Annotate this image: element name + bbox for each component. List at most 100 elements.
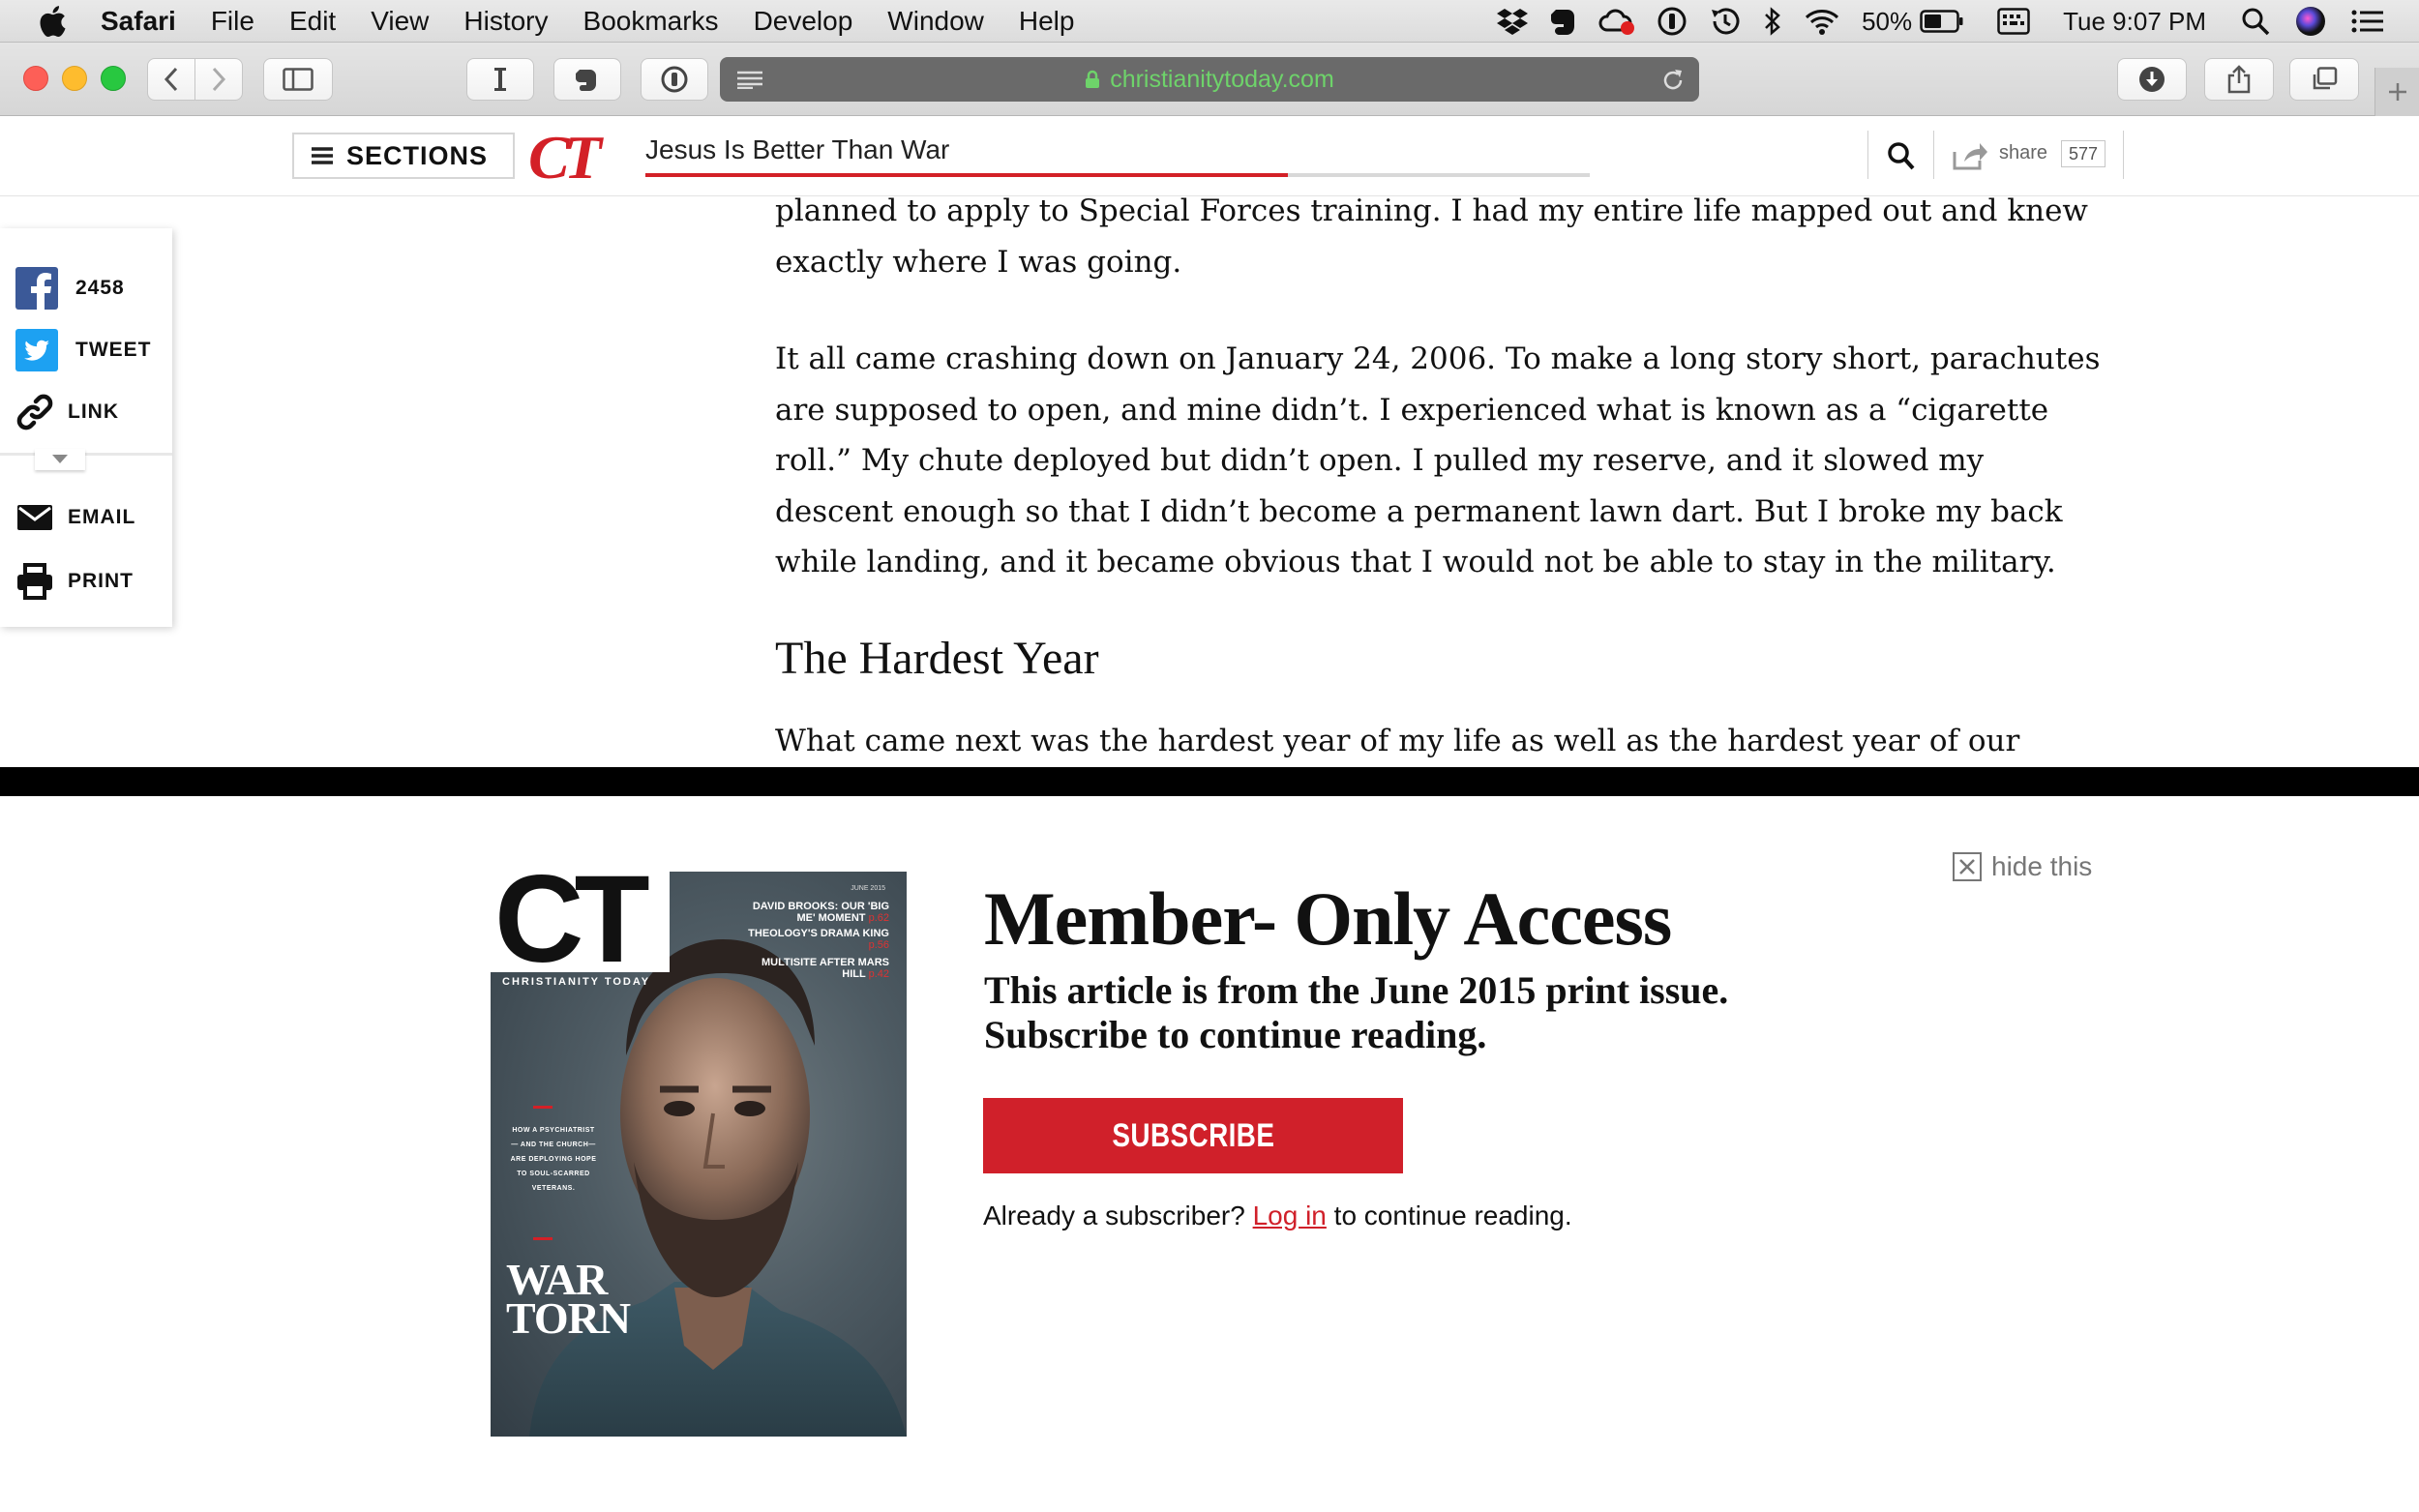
facebook-share-button[interactable]: 2458 bbox=[15, 267, 125, 310]
magazine-cover: CT CHRISTIANITY TODAY JUNE 2015 DAVID BR… bbox=[491, 872, 907, 1437]
status-menus: 50% Tue 9:07 PM bbox=[1475, 0, 2419, 43]
lock-icon bbox=[1086, 70, 1100, 88]
article-paragraph: What came next was the hardest year of m… bbox=[775, 723, 2020, 758]
caret-down-icon bbox=[52, 455, 68, 463]
menu-bookmarks[interactable]: Bookmarks bbox=[583, 6, 719, 37]
evernote-extension-button[interactable] bbox=[553, 58, 621, 101]
header-divider bbox=[1867, 131, 1868, 179]
already-prefix: Already a subscriber? bbox=[983, 1201, 1245, 1230]
sections-menu-button[interactable]: SECTIONS bbox=[292, 133, 515, 179]
evernote-icon[interactable] bbox=[1550, 6, 1577, 37]
share-label[interactable]: share bbox=[1999, 142, 2047, 164]
reader-view-icon[interactable] bbox=[735, 70, 764, 89]
onepassword-icon[interactable] bbox=[1657, 6, 1687, 37]
menu-edit[interactable]: Edit bbox=[289, 6, 336, 37]
hamburger-icon bbox=[312, 147, 333, 164]
downloads-button[interactable] bbox=[2117, 58, 2187, 101]
siri-icon[interactable] bbox=[2295, 6, 2326, 37]
cover-teaser: THEOLOGY'S DRAMA KING p.56 bbox=[744, 928, 889, 951]
cover-headline: WAR TORN bbox=[506, 1258, 631, 1341]
menu-bar: Safari File Edit View History Bookmarks … bbox=[0, 0, 2419, 43]
bluetooth-icon[interactable] bbox=[1763, 6, 1782, 37]
link-label: LINK bbox=[68, 400, 119, 423]
sidebar-icon bbox=[283, 68, 314, 91]
email-share-button[interactable]: EMAIL bbox=[15, 503, 135, 532]
header-divider bbox=[2123, 131, 2124, 179]
paywall-top-border bbox=[0, 767, 2419, 796]
paywall-panel: hide this CT CHRISTIANITY TODAY JUNE 201… bbox=[0, 796, 2419, 1512]
onepassword-extension-button[interactable] bbox=[641, 58, 708, 101]
instapaper-extension-button[interactable] bbox=[466, 58, 534, 101]
subscribe-button[interactable]: SUBSCRIBE bbox=[983, 1098, 1403, 1173]
hide-this-label: hide this bbox=[1991, 851, 2093, 881]
print-button[interactable]: PRINT bbox=[15, 563, 134, 600]
more-share-toggle[interactable] bbox=[35, 449, 85, 470]
reading-progress-bar bbox=[645, 173, 1590, 177]
notification-center-icon[interactable] bbox=[2351, 9, 2384, 34]
share-count: 577 bbox=[2061, 140, 2105, 167]
chevron-left-icon bbox=[164, 67, 178, 92]
header-article-title: Jesus Is Better Than War bbox=[645, 134, 950, 164]
paywall-title: Member- Only Access bbox=[984, 876, 1672, 961]
menu-app-name[interactable]: Safari bbox=[101, 6, 176, 37]
close-window-button[interactable] bbox=[23, 66, 48, 91]
social-share-rail: 2458 TWEET LINK EMAIL PRINT bbox=[0, 228, 172, 627]
share-icon bbox=[2227, 65, 2251, 94]
cover-teaser-text: THEOLOGY'S DRAMA KING bbox=[748, 928, 889, 939]
tweet-button[interactable]: TWEET bbox=[15, 329, 152, 371]
cover-side-note: HOW A PSYCHIATRIST— AND THE CHURCH— ARE … bbox=[510, 1127, 597, 1192]
cover-teaser-page: p.42 bbox=[868, 968, 889, 980]
already-subscriber-text: Already a subscriber? Log in to continue… bbox=[983, 1201, 1572, 1231]
search-icon[interactable] bbox=[1887, 140, 1916, 171]
twitter-icon bbox=[15, 329, 58, 371]
envelope-icon bbox=[17, 505, 52, 530]
copy-link-button[interactable]: LINK bbox=[15, 393, 119, 431]
chevron-right-icon bbox=[212, 67, 226, 92]
menu-window[interactable]: Window bbox=[887, 6, 984, 37]
url-text: christianitytoday.com bbox=[1110, 65, 1334, 93]
wifi-icon[interactable] bbox=[1804, 7, 1840, 36]
reload-icon[interactable] bbox=[1660, 68, 1686, 93]
time-machine-icon[interactable] bbox=[1709, 6, 1742, 37]
instapaper-icon bbox=[494, 68, 506, 91]
article-paragraph: It all came crashing down on January 24,… bbox=[775, 341, 2101, 579]
close-box-icon bbox=[1953, 852, 1982, 881]
zoom-window-button[interactable] bbox=[101, 66, 126, 91]
cover-magazine-name: CHRISTIANITY TODAY bbox=[502, 976, 651, 988]
spotlight-icon[interactable] bbox=[2241, 7, 2270, 36]
battery-icon[interactable] bbox=[1920, 9, 1964, 34]
keyboard-viewer-icon[interactable] bbox=[1997, 8, 2030, 35]
article-subheading: The Hardest Year bbox=[775, 632, 1099, 684]
sidebar-button[interactable] bbox=[263, 58, 333, 101]
cover-teaser-page: p.56 bbox=[868, 939, 889, 951]
forward-button[interactable] bbox=[194, 58, 243, 101]
sections-label: SECTIONS bbox=[346, 140, 489, 170]
minimize-window-button[interactable] bbox=[62, 66, 87, 91]
share-button[interactable] bbox=[2204, 58, 2274, 101]
show-tabs-button[interactable] bbox=[2289, 58, 2359, 101]
menu-develop[interactable]: Develop bbox=[754, 6, 853, 37]
cover-teaser: DAVID BROOKS: OUR 'BIG ME' MOMENT p.62 bbox=[744, 901, 889, 924]
creative-cloud-icon[interactable] bbox=[1598, 7, 1635, 36]
address-bar[interactable]: christianitytoday.com bbox=[720, 57, 1699, 102]
login-link[interactable]: Log in bbox=[1253, 1201, 1327, 1230]
header-divider bbox=[1933, 131, 1934, 179]
site-logo[interactable]: CT bbox=[528, 127, 602, 189]
apple-menu-icon[interactable] bbox=[35, 2, 74, 41]
download-icon bbox=[2139, 67, 2165, 92]
menu-help[interactable]: Help bbox=[1019, 6, 1075, 37]
hide-paywall-button[interactable]: hide this bbox=[1953, 851, 2092, 882]
menu-file[interactable]: File bbox=[211, 6, 254, 37]
battery-percent: 50% bbox=[1862, 6, 1913, 36]
email-label: EMAIL bbox=[68, 506, 136, 528]
already-suffix: to continue reading. bbox=[1333, 1201, 1572, 1230]
menu-history[interactable]: History bbox=[463, 6, 548, 37]
dropbox-icon[interactable] bbox=[1496, 7, 1529, 36]
menubar-clock[interactable]: Tue 9:07 PM bbox=[2063, 7, 2206, 37]
back-button[interactable] bbox=[147, 58, 195, 101]
tweet-label: TWEET bbox=[75, 339, 152, 361]
share-arrow-icon[interactable] bbox=[1951, 138, 1987, 171]
evernote-icon bbox=[576, 70, 596, 91]
new-tab-button[interactable] bbox=[2374, 68, 2419, 116]
menu-view[interactable]: View bbox=[371, 6, 429, 37]
